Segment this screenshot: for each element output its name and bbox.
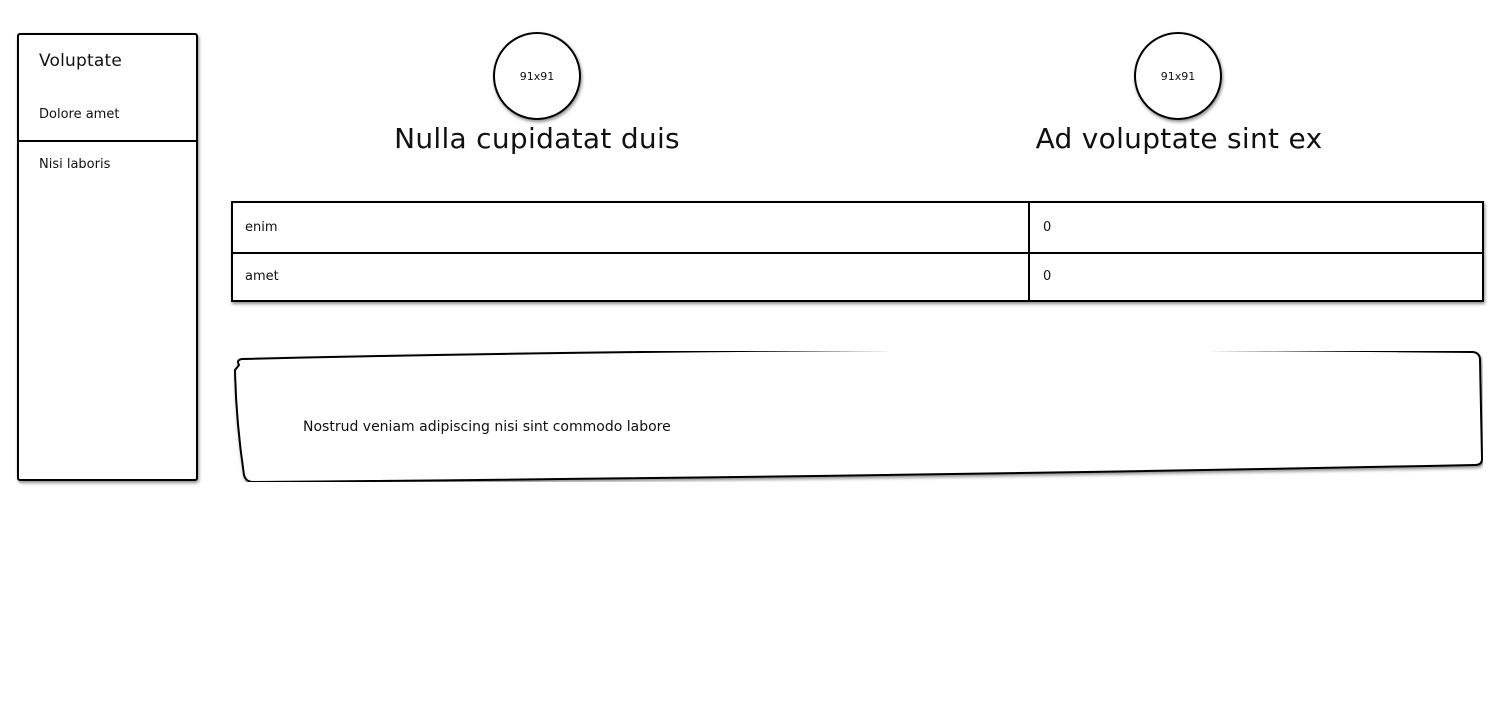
table-cell-key: enim: [245, 220, 278, 235]
page: Voluptate Dolore amet Nisi laboris 91x91…: [0, 0, 1500, 720]
sidebar-item-nisi-laboris[interactable]: Nisi laboris: [39, 157, 110, 172]
table-cell-value: 0: [1043, 220, 1052, 235]
avatar-placeholder-2: 91x91: [1134, 32, 1222, 120]
sidebar-title: Voluptate: [39, 51, 123, 71]
card-heading-2: Ad voluptate sint ex: [1035, 122, 1323, 155]
table-cell-value: 0: [1043, 269, 1052, 284]
card-heading-1: Nulla cupidatat duis: [394, 122, 680, 155]
data-table: enim 0 amet 0: [231, 201, 1484, 302]
text-panel-content: Nostrud veniam adipiscing nisi sint comm…: [303, 419, 671, 435]
sidebar: Voluptate Dolore amet Nisi laboris: [17, 33, 198, 481]
sidebar-divider: [17, 140, 198, 142]
table-row: amet 0: [233, 252, 1482, 301]
text-panel-outline: [233, 351, 1483, 482]
avatar-label-2: 91x91: [1160, 69, 1196, 83]
sidebar-item-dolore-amet[interactable]: Dolore amet: [39, 107, 119, 122]
avatar-placeholder-1: 91x91: [493, 32, 581, 120]
avatar-label-1: 91x91: [519, 69, 555, 83]
table-row: enim 0: [233, 203, 1482, 254]
table-cell-key: amet: [245, 269, 279, 284]
text-panel: Nostrud veniam adipiscing nisi sint comm…: [233, 351, 1483, 482]
